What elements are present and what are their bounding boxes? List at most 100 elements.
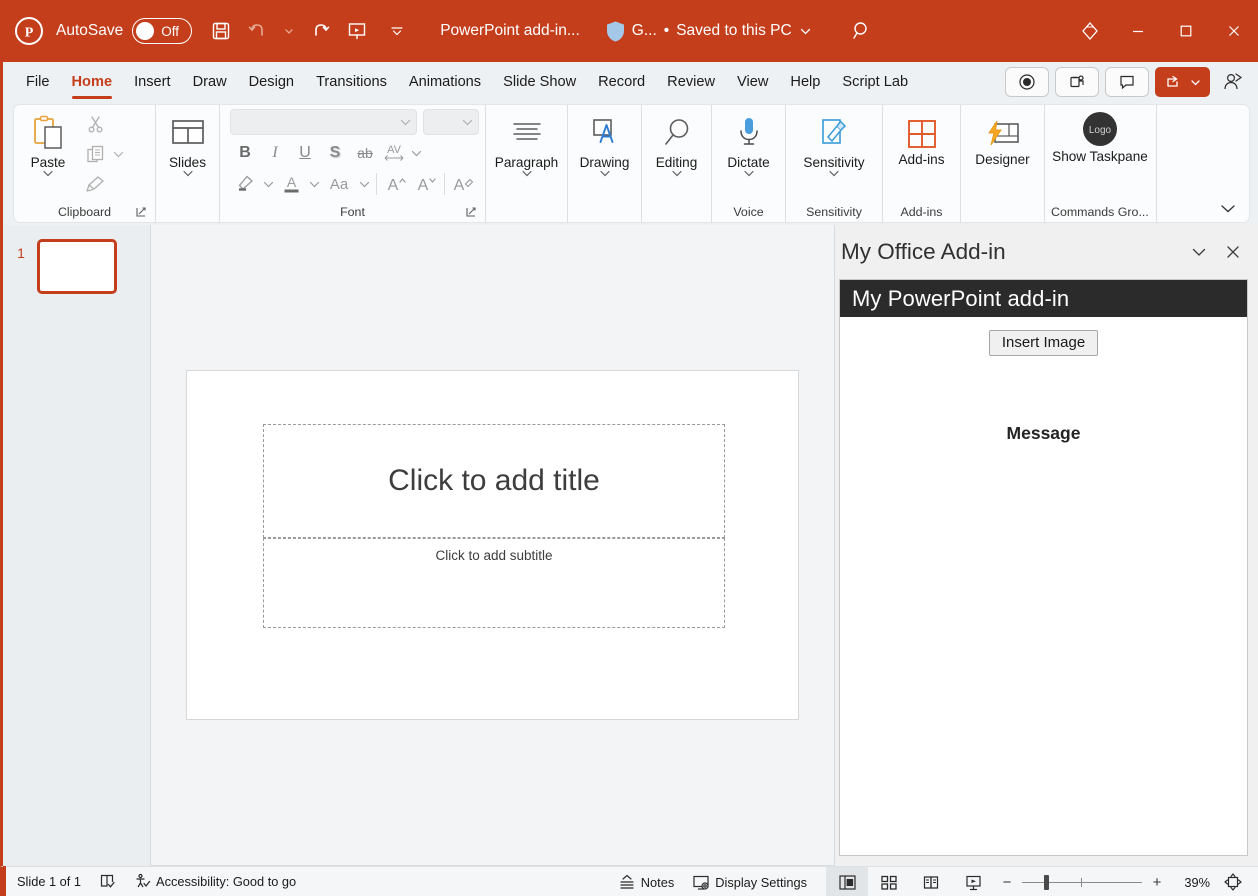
share-icon	[1164, 73, 1182, 91]
tab-animations[interactable]: Animations	[398, 62, 492, 102]
cut-button[interactable]	[80, 109, 110, 139]
tab-script-lab[interactable]: Script Lab	[831, 62, 919, 102]
task-pane-close-button[interactable]	[1216, 235, 1250, 269]
save-status[interactable]: G... • Saved to this PC	[606, 21, 812, 42]
copy-dropdown-chevron-icon[interactable]	[110, 139, 126, 169]
zoom-slider-handle[interactable]	[1044, 875, 1049, 890]
add-ins-button[interactable]: Add-ins	[885, 105, 958, 167]
text-highlight-chevron-icon[interactable]	[260, 169, 276, 199]
font-dialog-launcher[interactable]	[465, 206, 479, 220]
comments-button[interactable]	[1105, 67, 1149, 97]
divider	[376, 173, 377, 195]
editing-button[interactable]: Editing	[644, 105, 709, 178]
paragraph-button[interactable]: Paragraph	[488, 105, 565, 178]
undo-dropdown-chevron-icon[interactable]	[276, 14, 302, 48]
font-color-button[interactable]: A	[276, 169, 306, 199]
zoom-slider[interactable]	[1022, 867, 1142, 896]
redo-button[interactable]	[304, 14, 338, 48]
increase-font-size-button[interactable]: A	[381, 169, 411, 199]
accessibility-status[interactable]: Accessibility: Good to go	[125, 867, 305, 896]
autosave-state-label: Off	[161, 24, 179, 39]
record-button[interactable]	[1005, 67, 1049, 97]
tab-review[interactable]: Review	[656, 62, 726, 102]
bold-button[interactable]: B	[230, 138, 260, 168]
slide-canvas[interactable]: Click to add title Click to add subtitle	[186, 370, 799, 720]
notes-button[interactable]: Notes	[609, 867, 683, 896]
teams-icon[interactable]	[1055, 67, 1099, 97]
undo-button[interactable]	[240, 14, 274, 48]
thumbnail-slide-1[interactable]	[37, 239, 117, 294]
fit-slide-to-window-button[interactable]	[1216, 867, 1250, 896]
slide-counter[interactable]: Slide 1 of 1	[3, 867, 90, 896]
tab-home[interactable]: Home	[61, 62, 124, 102]
font-name-combobox[interactable]	[230, 109, 417, 135]
tab-file[interactable]: File	[15, 62, 61, 102]
title-bar: P AutoSave Off	[0, 0, 1258, 62]
language-button[interactable]	[90, 867, 125, 896]
tab-view[interactable]: View	[726, 62, 779, 102]
tab-slide-show[interactable]: Slide Show	[492, 62, 587, 102]
clipboard-dialog-launcher[interactable]	[135, 206, 149, 220]
zoom-percentage[interactable]: 39%	[1172, 875, 1210, 890]
ribbon-group-editing: Editing	[642, 105, 712, 222]
slide-editor[interactable]: Click to add title Click to add subtitle	[151, 225, 834, 866]
tab-record[interactable]: Record	[587, 62, 656, 102]
document-title[interactable]: PowerPoint add-in...	[440, 22, 580, 40]
format-painter-button[interactable]	[80, 169, 110, 199]
copy-button[interactable]	[80, 139, 110, 169]
clear-formatting-button[interactable]: A	[448, 169, 478, 199]
change-case-chevron-icon[interactable]	[356, 169, 372, 199]
person-add-icon[interactable]	[1216, 67, 1250, 97]
dictate-button[interactable]: Dictate	[714, 105, 783, 178]
underline-button[interactable]: U	[290, 138, 320, 168]
insert-image-button[interactable]: Insert Image	[989, 330, 1098, 356]
slide-show-button[interactable]	[952, 867, 994, 896]
decrease-font-size-button[interactable]: A	[411, 169, 441, 199]
maximize-button[interactable]	[1162, 0, 1210, 62]
task-pane-menu-button[interactable]	[1182, 235, 1216, 269]
slide-sorter-button[interactable]	[868, 867, 910, 896]
tab-transitions[interactable]: Transitions	[305, 62, 398, 102]
font-color-chevron-icon[interactable]	[306, 169, 322, 199]
zoom-out-button[interactable]: −	[1000, 874, 1014, 891]
copilot-diamond-icon[interactable]	[1066, 0, 1114, 62]
close-button[interactable]	[1210, 0, 1258, 62]
thumbnail-item[interactable]: 1	[3, 239, 150, 294]
share-button[interactable]	[1155, 67, 1210, 97]
collapse-ribbon-button[interactable]	[1217, 198, 1239, 218]
character-spacing-button[interactable]: AV	[380, 138, 408, 168]
text-shadow-button[interactable]: S	[320, 138, 350, 168]
subtitle-placeholder[interactable]: Click to add subtitle	[263, 538, 725, 628]
sensitivity-button[interactable]: Sensitivity	[788, 105, 880, 178]
quick-access-toolbar-more-button[interactable]	[384, 14, 410, 48]
tab-insert[interactable]: Insert	[123, 62, 182, 102]
slides-button[interactable]: Slides	[158, 105, 217, 178]
show-taskpane-button[interactable]: Logo Show Taskpane	[1047, 105, 1153, 164]
autosave-toggle[interactable]: Off	[132, 18, 192, 44]
thumbnail-number: 1	[11, 239, 31, 261]
tab-draw[interactable]: Draw	[182, 62, 238, 102]
svg-text:P: P	[25, 26, 34, 41]
text-highlight-button[interactable]	[230, 169, 260, 199]
ribbon-group-addins: Add-ins Add-ins	[883, 105, 961, 222]
paste-button[interactable]: Paste	[16, 105, 80, 178]
change-case-button[interactable]: Aa	[322, 169, 356, 199]
designer-button[interactable]: Designer	[963, 105, 1042, 167]
start-presentation-button[interactable]	[340, 14, 374, 48]
tab-design[interactable]: Design	[238, 62, 305, 102]
title-placeholder[interactable]: Click to add title	[263, 424, 725, 538]
tab-help[interactable]: Help	[779, 62, 831, 102]
character-spacing-chevron-icon[interactable]	[408, 138, 424, 168]
ribbon-group-label-sensitivity: Sensitivity	[788, 202, 880, 222]
display-settings-button[interactable]: Display Settings	[683, 867, 816, 896]
strikethrough-button[interactable]: ab	[350, 138, 380, 168]
zoom-in-button[interactable]: +	[1150, 874, 1164, 891]
normal-view-button[interactable]	[826, 867, 868, 896]
drawing-button[interactable]: Drawing	[570, 105, 639, 178]
save-button[interactable]	[204, 14, 238, 48]
reading-view-button[interactable]	[910, 867, 952, 896]
search-button[interactable]	[844, 15, 880, 47]
italic-button[interactable]: I	[260, 138, 290, 168]
font-size-combobox[interactable]	[423, 109, 479, 135]
minimize-button[interactable]	[1114, 0, 1162, 62]
